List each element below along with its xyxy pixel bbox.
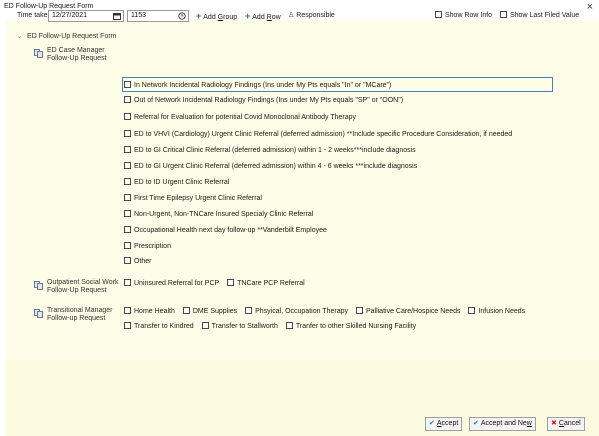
transitional-options-row2: Transfer to Kindred Transfer to Stallwor…: [124, 322, 422, 331]
accept-and-new-button[interactable]: ✔ Accept and New: [469, 417, 536, 431]
plus-icon: +: [196, 11, 202, 21]
group-form-icon: [34, 49, 43, 58]
time-value: 1153: [131, 12, 147, 19]
show-row-info-checkbox[interactable]: Show Row Info: [435, 11, 492, 19]
option-id-urgent[interactable]: ED to ID Urgent Clinic Referral: [124, 178, 229, 187]
option-prescription[interactable]: Prescription: [124, 242, 171, 251]
option-covid-antibody[interactable]: Referral for Evaluation for potential Co…: [124, 113, 356, 122]
option-infusion-needs[interactable]: Infusion Needs: [468, 307, 525, 315]
option-vhvi-cardiology[interactable]: ED to VHVI (Cardiology) Urgent Clinic Re…: [124, 130, 512, 139]
date-value: 12/27/2021: [52, 12, 88, 19]
chevron-down-icon[interactable]: ⌄: [17, 34, 22, 40]
group-label-ed-case-manager: ED Case Manager Follow-Up Request: [47, 47, 107, 62]
date-field[interactable]: 12/27/2021: [48, 10, 124, 22]
window-title: ED Follow-Up Request Form: [4, 3, 94, 10]
option-uninsured-pcp[interactable]: Uninsured Referral for PCP: [124, 279, 219, 287]
checkmark-icon: ✔: [429, 420, 435, 427]
x-icon: ✖: [551, 420, 557, 427]
option-transfer-snf[interactable]: Tranfer to other Skilled Nursing Facilit…: [285, 322, 416, 330]
close-icon[interactable]: ×: [587, 1, 593, 13]
option-transfer-stallworth[interactable]: Transfer to Stallworth: [201, 322, 278, 330]
person-icon: ♙: [288, 12, 295, 19]
option-non-urgent-specialty[interactable]: Non-Urgent, Non-TNCare Insured Specialy …: [124, 210, 313, 219]
clock-icon[interactable]: [177, 12, 186, 20]
cancel-button[interactable]: ✖ Cancel: [547, 417, 585, 431]
add-row-button[interactable]: + Add Row: [245, 11, 281, 21]
group-form-icon: [34, 281, 43, 290]
plus-icon: +: [245, 11, 251, 21]
option-gi-urgent[interactable]: ED to GI Urgent Clinic Referral (deferre…: [124, 162, 417, 171]
group-form-icon: [34, 309, 43, 318]
accept-button[interactable]: ✔ Accept: [425, 417, 463, 431]
checkmark-icon: ✔: [473, 420, 479, 427]
option-epilepsy[interactable]: First Time Epilepsy Urgent Clinic Referr…: [124, 194, 262, 203]
group-label-outpatient-social-work: Outpatient Social Work Follow-Up Request: [47, 279, 119, 294]
time-field[interactable]: 1153: [127, 10, 189, 22]
checkbox[interactable]: [500, 11, 507, 18]
section-header[interactable]: ⌄ ED Follow-Up Request Form: [17, 33, 117, 40]
option-physical-therapy[interactable]: Phsyical, Occupation Therapy: [245, 307, 348, 315]
option-out-network-radiology[interactable]: Out of Network Incidental Radiology Find…: [124, 96, 403, 105]
option-other[interactable]: Other: [124, 257, 152, 266]
option-home-health[interactable]: Home Health: [124, 307, 175, 315]
option-in-network-radiology[interactable]: In Network Incidental Radiology Findings…: [124, 81, 391, 90]
option-transfer-kindred[interactable]: Transfer to Kindred: [124, 322, 194, 330]
social-work-options: Uninsured Referral for PCP TNCare PCP Re…: [124, 279, 311, 288]
transitional-options-row1: Home Health DME Supplies Phsyical, Occup…: [124, 307, 531, 316]
option-palliative-care[interactable]: Palliative Care/Hospice Needs: [355, 307, 461, 315]
option-dme-supplies[interactable]: DME Supplies: [182, 307, 237, 315]
responsible-button[interactable]: ♙ Responsible: [288, 11, 335, 19]
option-occupational-health[interactable]: Occupational Health next day follow-up *…: [124, 226, 327, 235]
group-label-transitional-manager: Transitional Manager Follow-up Request: [47, 307, 113, 322]
calendar-icon[interactable]: [112, 12, 121, 20]
option-gi-critical[interactable]: ED to GI Critical Clinic Referral (defer…: [124, 146, 416, 155]
show-last-filed-checkbox[interactable]: Show Last Filed Value: [500, 11, 579, 19]
option-tncare-pcp[interactable]: TNCare PCP Referral: [227, 279, 305, 287]
add-group-button[interactable]: + Add Group: [196, 11, 237, 21]
checkbox[interactable]: [435, 11, 442, 18]
